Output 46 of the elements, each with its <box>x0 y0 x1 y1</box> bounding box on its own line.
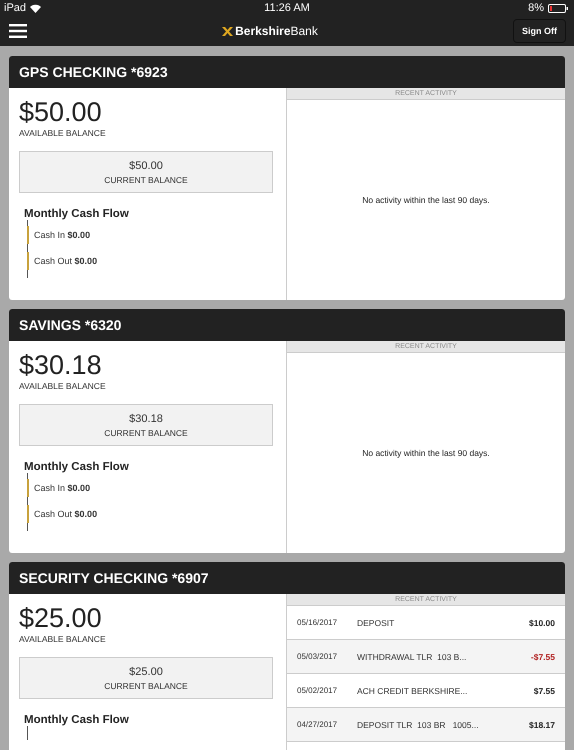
transaction-row[interactable]: 04/27/2017 DEPOSIT TLR 103 BR 1005... $18.17 <box>287 708 565 742</box>
transaction-description: DEPOSIT <box>356 618 396 628</box>
current-balance-label: CURRENT BALANCE <box>104 174 188 184</box>
cash-flow-title: Monthly Cash Flow <box>24 714 130 726</box>
current-balance-label: CURRENT BALANCE <box>104 428 188 438</box>
cash-flow-item: Cash Out $0.00 <box>27 505 273 523</box>
empty-activity-message: No activity within the last 90 days. <box>361 447 491 460</box>
cash-flow-title: Monthly Cash Flow <box>24 208 130 220</box>
cash-flow-item: Cash In $0.00 <box>27 479 273 497</box>
transaction-amount: $18.17 <box>529 720 555 730</box>
transaction-row[interactable]: 05/03/2017 WITHDRAWAL TLR 103 B... -$7.55 <box>287 640 565 674</box>
transaction-description: ACH CREDIT BERKSHIRE... <box>356 686 468 696</box>
transaction-date: 05/02/2017 <box>297 686 338 695</box>
transaction-amount: -$7.55 <box>530 652 555 662</box>
transaction-date: 04/27/2017 <box>297 720 338 729</box>
transaction-date: 05/16/2017 <box>297 618 338 627</box>
available-balance: $50.00 <box>19 96 103 128</box>
transaction-description: WITHDRAWAL TLR 103 B... <box>356 652 468 662</box>
available-balance-label: AVAILABLE BALANCE <box>19 634 107 644</box>
account-title[interactable]: SECURITY CHECKING *6907 <box>9 562 565 594</box>
available-balance-label: AVAILABLE BALANCE <box>19 128 107 138</box>
battery-percent: 8% <box>528 2 544 14</box>
available-balance: $25.00 <box>19 602 103 634</box>
brand-name: BerkshireBank <box>235 24 318 38</box>
empty-activity-message: No activity within the last 90 days. <box>361 194 491 207</box>
available-balance: $30.18 <box>19 349 103 381</box>
transaction-description: DEPOSIT TLR 103 BR 1005... <box>356 720 480 730</box>
available-balance-label: AVAILABLE BALANCE <box>19 381 107 391</box>
cash-flow-item: Cash In $0.00 <box>27 226 273 244</box>
cash-flow-title: Monthly Cash Flow <box>24 461 130 473</box>
battery-icon <box>548 4 570 12</box>
transaction-amount: $10.00 <box>529 618 555 628</box>
current-balance: $50.00 <box>129 160 163 172</box>
current-balance: $25.00 <box>129 666 163 678</box>
account-title[interactable]: SAVINGS *6320 <box>9 309 565 341</box>
transaction-date: 05/03/2017 <box>297 652 338 661</box>
menu-icon[interactable] <box>9 24 27 38</box>
current-balance-label: CURRENT BALANCE <box>104 680 188 690</box>
device-name: iPad <box>4 2 26 14</box>
account-title[interactable]: GPS CHECKING *6923 <box>9 56 565 88</box>
current-balance: $30.18 <box>129 412 163 424</box>
wifi-icon <box>30 4 42 12</box>
transaction-amount: $7.55 <box>534 686 555 696</box>
status-time: 11:26 AM <box>264 2 310 14</box>
cash-flow-item: Cash Out $0.00 <box>27 252 273 270</box>
sign-off-button[interactable]: Sign Off <box>512 19 566 43</box>
